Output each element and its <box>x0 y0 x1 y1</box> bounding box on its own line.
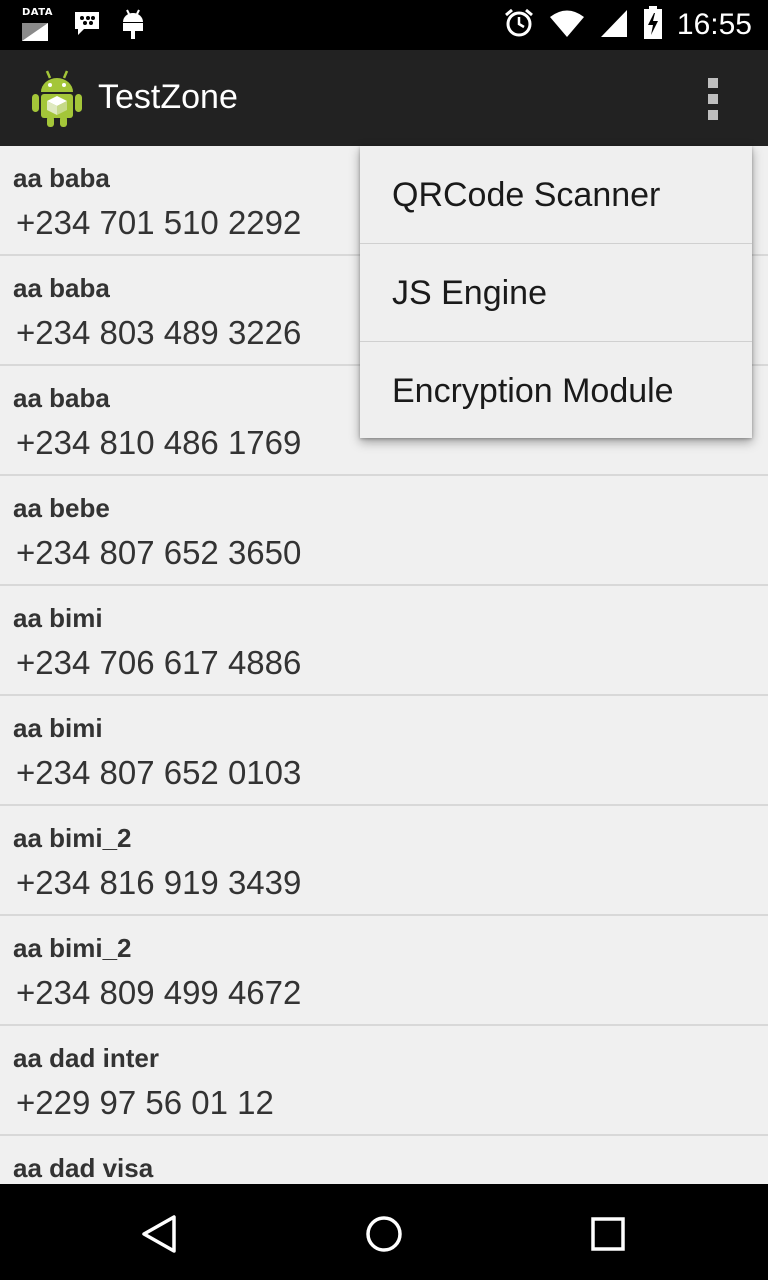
overflow-menu-icon[interactable] <box>698 76 728 122</box>
menu-item-label: QRCode Scanner <box>392 176 661 214</box>
contact-phone: +234 807 652 0103 <box>16 754 302 791</box>
recents-icon[interactable] <box>584 1210 632 1258</box>
contact-name: aa dad visa <box>13 1153 154 1183</box>
menu-item-qrcode-scanner[interactable]: QRCode Scanner <box>360 146 752 244</box>
blackberry-messenger-icon <box>72 9 102 43</box>
android-app-icon <box>30 68 84 128</box>
list-item[interactable]: aa bimi +234 807 652 0103 <box>0 696 768 806</box>
list-item[interactable]: aa bimi +234 706 617 4886 <box>0 586 768 696</box>
contact-phone: +234 803 489 3226 <box>16 314 302 351</box>
contact-name: aa bimi_2 <box>13 933 132 963</box>
contact-phone: +234 807 652 3650 <box>16 534 302 571</box>
app-title: TestZone <box>98 78 238 116</box>
contact-name: aa baba <box>13 273 110 303</box>
android-notification-icon <box>120 8 146 44</box>
list-item[interactable]: aa bimi_2 +234 816 919 3439 <box>0 806 768 916</box>
contact-phone: +234 706 617 4886 <box>16 644 302 681</box>
contact-name: aa baba <box>13 163 110 193</box>
contact-name: aa bimi <box>13 713 103 743</box>
back-icon[interactable] <box>136 1210 184 1258</box>
contact-name: aa bimi_2 <box>13 823 132 853</box>
overflow-menu: QRCode Scanner JS Engine Encryption Modu… <box>360 146 752 438</box>
cell-signal-icon <box>599 8 629 42</box>
status-time: 16:55 <box>676 8 752 41</box>
home-icon[interactable] <box>360 1210 408 1258</box>
contact-name: aa baba <box>13 383 110 413</box>
alarm-icon <box>503 7 535 43</box>
menu-item-label: JS Engine <box>392 274 547 312</box>
status-bar: DATA 16:55 <box>0 0 768 50</box>
menu-item-label: Encryption Module <box>392 372 674 410</box>
action-bar: TestZone <box>0 50 768 146</box>
contact-phone: +234 810 486 1769 <box>16 424 302 461</box>
menu-item-encryption-module[interactable]: Encryption Module <box>360 342 752 438</box>
list-item[interactable]: aa dad inter +229 97 56 01 12 <box>0 1026 768 1136</box>
contact-phone: +234 809 499 4672 <box>16 974 302 1011</box>
data-signal-icon: DATA <box>20 7 54 43</box>
list-item[interactable]: aa dad visa <box>0 1136 768 1184</box>
contact-name: aa bebe <box>13 493 110 523</box>
list-item[interactable]: aa bimi_2 +234 809 499 4672 <box>0 916 768 1026</box>
menu-item-js-engine[interactable]: JS Engine <box>360 244 752 342</box>
battery-charging-icon <box>643 6 663 44</box>
contact-phone: +234 701 510 2292 <box>16 204 302 241</box>
contact-name: aa dad inter <box>13 1043 159 1073</box>
contact-name: aa bimi <box>13 603 103 633</box>
navigation-bar <box>0 1184 768 1280</box>
contact-phone: +234 816 919 3439 <box>16 864 302 901</box>
wifi-icon <box>549 8 585 42</box>
list-item[interactable]: aa bebe +234 807 652 3650 <box>0 476 768 586</box>
contact-phone: +229 97 56 01 12 <box>16 1084 274 1121</box>
